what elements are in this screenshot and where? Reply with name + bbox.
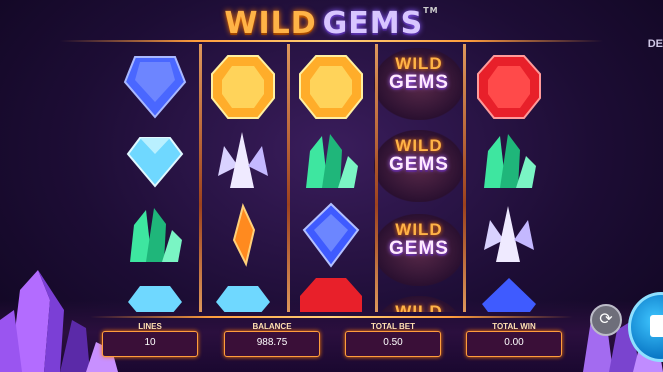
logo-word-gems: GEMS <box>322 6 424 41</box>
reel-separator <box>287 44 290 312</box>
logo-word-wild: WILD <box>224 6 317 41</box>
balance-value: 988.75 <box>256 337 288 348</box>
wild-label: WILD <box>395 220 443 239</box>
reel-separator <box>199 44 202 312</box>
gems-label: GEMS <box>389 238 449 259</box>
reel-area: WILD GEMS WILD GEMS WILD GEMS WILD <box>112 44 552 312</box>
autoplay-button[interactable]: ⟳ <box>590 304 622 336</box>
gem-blue-sapphire-icon <box>482 278 536 312</box>
gem-diamond-icon <box>128 286 182 312</box>
gem-blue-sapphire-icon <box>302 202 360 268</box>
total-bet-value: 0.50 <box>383 337 403 348</box>
wild-label: WILD <box>395 302 443 312</box>
wild-symbol: WILD GEMS <box>374 48 464 120</box>
gems-label: GEMS <box>389 154 449 175</box>
balance-panel: BALANCE 988.75 <box>224 322 320 357</box>
total-win-value: 0.00 <box>504 337 524 348</box>
wild-label: WILD <box>395 54 443 73</box>
reel-4: WILD GEMS WILD GEMS WILD GEMS WILD <box>374 44 464 312</box>
gem-diamond-icon <box>216 286 270 312</box>
game-logo: WILD GEMSTM <box>0 6 663 41</box>
gem-orange-shard-icon <box>232 203 256 267</box>
lines-label: LINES <box>138 322 162 331</box>
footer-divider <box>90 316 573 318</box>
reel-5 <box>466 44 552 312</box>
lines-value: 10 <box>144 337 156 348</box>
header-divider <box>60 40 603 42</box>
reel-2 <box>200 44 286 312</box>
gem-orange-topaz-icon <box>211 55 275 119</box>
corner-label: DE <box>647 38 663 50</box>
reel-1 <box>112 44 198 312</box>
gem-diamond-icon <box>126 137 184 188</box>
total-bet-label: TOTAL BET <box>371 322 415 331</box>
reel-separator <box>463 44 466 312</box>
total-win-panel: TOTAL WIN 0.00 <box>466 322 562 357</box>
gem-white-crystal-icon <box>218 132 268 188</box>
gem-orange-topaz-icon <box>299 55 363 119</box>
gem-green-crystal-icon <box>130 208 182 262</box>
reel-3 <box>288 44 374 312</box>
logo-trademark: TM <box>423 6 439 15</box>
balance-label: BALANCE <box>252 322 292 331</box>
total-win-label: TOTAL WIN <box>492 322 536 331</box>
gem-blue-sapphire-icon <box>123 56 187 119</box>
gems-label: GEMS <box>389 72 449 93</box>
wild-symbol: WILD GEMS <box>374 214 464 286</box>
wild-symbol: WILD <box>374 296 464 312</box>
reel-separator <box>375 44 378 312</box>
refresh-icon: ⟳ <box>599 311 613 328</box>
gem-white-crystal-icon <box>484 206 534 262</box>
gem-green-crystal-icon <box>306 134 358 188</box>
total-bet-panel[interactable]: TOTAL BET 0.50 <box>345 322 441 357</box>
gem-green-crystal-icon <box>484 134 536 188</box>
stop-icon <box>650 315 663 337</box>
lines-panel[interactable]: LINES 10 <box>102 322 198 357</box>
gem-red-ruby-icon <box>300 278 362 312</box>
wild-label: WILD <box>395 136 443 155</box>
wild-symbol: WILD GEMS <box>374 130 464 202</box>
gem-red-ruby-icon <box>477 55 541 119</box>
